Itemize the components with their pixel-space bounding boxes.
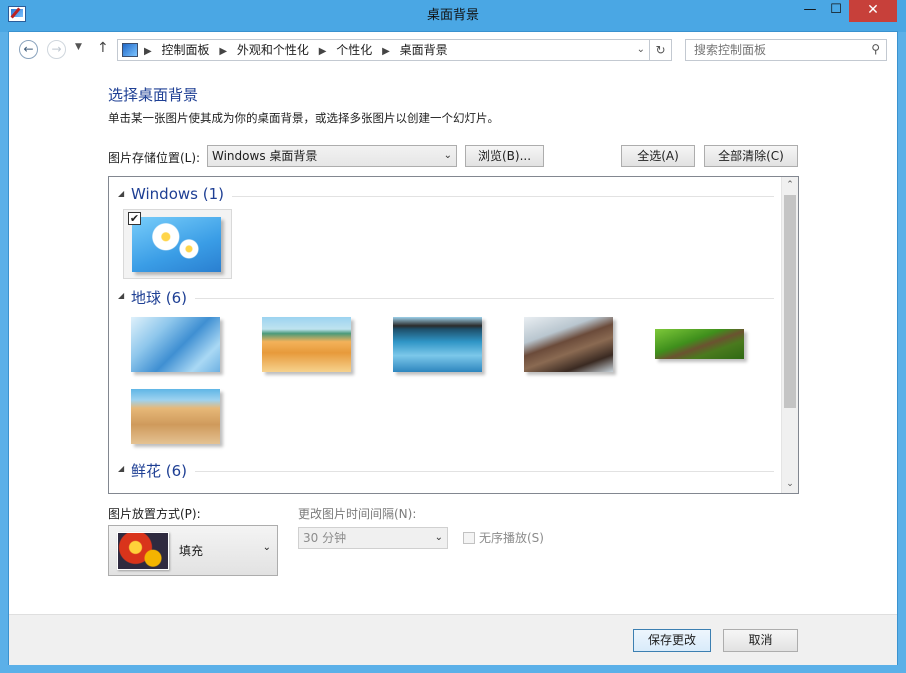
scrollbar-thumb[interactable] xyxy=(784,195,796,408)
dialog-footer: 保存更改 取消 xyxy=(9,614,897,665)
picture-position-select[interactable]: 填充 ⌄ xyxy=(108,525,278,576)
wallpaper-image-sea-rocks[interactable] xyxy=(393,317,482,372)
breadcrumb-item-appearance[interactable]: 外观和个性化 xyxy=(237,43,309,57)
navigation-bar: ← → ▼ ↑ ▶ 控制面板 ▶ 外观和个性化 ▶ 个性化 ▶ 桌面背景 ⌄ ↻… xyxy=(9,32,897,68)
shuffle-checkbox[interactable]: 无序播放(S) xyxy=(463,529,544,546)
refresh-icon[interactable]: ↻ xyxy=(649,40,671,60)
wallpaper-thumbnail-selected[interactable]: ✔ xyxy=(123,209,232,279)
address-bar[interactable]: ▶ 控制面板 ▶ 外观和个性化 ▶ 个性化 ▶ 桌面背景 ⌄ ↻ xyxy=(117,39,672,61)
select-all-button[interactable]: 全选(A) xyxy=(621,145,695,167)
save-changes-button[interactable]: 保存更改 xyxy=(633,629,711,652)
shuffle-label: 无序播放(S) xyxy=(479,531,544,545)
group-header-flowers[interactable]: ◢ 鲜花 (6) xyxy=(109,460,774,481)
search-icon[interactable]: ⚲ xyxy=(871,42,880,56)
back-button[interactable]: ← xyxy=(19,40,38,59)
group-header-windows[interactable]: ◢ Windows (1) xyxy=(109,185,774,205)
recent-locations-dropdown-icon[interactable]: ▼ xyxy=(75,42,82,52)
close-button[interactable]: ✕ xyxy=(849,0,897,22)
selected-checkbox[interactable]: ✔ xyxy=(128,212,141,225)
breadcrumb-item-desktop-background[interactable]: 桌面背景 xyxy=(400,43,448,57)
scroll-down-icon[interactable]: ⌄ xyxy=(782,476,798,493)
forward-button[interactable]: → xyxy=(47,40,66,59)
breadcrumb: ▶ 控制面板 ▶ 外观和个性化 ▶ 个性化 ▶ 桌面背景 xyxy=(144,40,454,62)
collapse-triangle-icon[interactable]: ◢ xyxy=(118,189,124,198)
wallpaper-image-rock-coast[interactable] xyxy=(524,317,613,372)
wallpaper-gallery[interactable]: ◢ Windows (1) ✔ ◢ 地球 (6) ◢ 鲜花 (6) ⌃ ⌄ xyxy=(108,176,799,494)
wallpaper-image-green-field[interactable] xyxy=(655,329,744,359)
wallpaper-image-desert-hills[interactable] xyxy=(262,317,351,372)
clear-all-button[interactable]: 全部清除(C) xyxy=(704,145,798,167)
picture-position-value: 填充 xyxy=(179,544,204,558)
maximize-button[interactable]: ☐ xyxy=(823,0,849,22)
scroll-up-icon[interactable]: ⌃ xyxy=(782,177,798,194)
change-interval-value: 30 分钟 xyxy=(303,531,347,545)
picture-location-select[interactable]: Windows 桌面背景 ⌄ xyxy=(207,145,457,167)
page-title: 选择桌面背景 xyxy=(108,86,199,104)
search-box[interactable]: ⚲ xyxy=(685,39,887,61)
wallpaper-image-sand-dunes[interactable] xyxy=(131,389,220,444)
breadcrumb-item-control-panel[interactable]: 控制面板 xyxy=(162,43,210,57)
breadcrumb-separator-icon[interactable]: ▶ xyxy=(144,46,152,57)
chevron-down-icon: ⌄ xyxy=(443,150,452,161)
checkbox-box[interactable] xyxy=(463,532,475,544)
address-history-chevron-down-icon[interactable]: ⌄ xyxy=(637,40,645,60)
chevron-down-icon: ⌄ xyxy=(262,542,271,553)
group-header-earth[interactable]: ◢ 地球 (6) xyxy=(109,287,774,308)
wallpaper-image-daisies[interactable] xyxy=(132,217,221,272)
title-bar[interactable]: 桌面背景 — ☐ ✕ xyxy=(0,0,906,32)
breadcrumb-separator-icon[interactable]: ▶ xyxy=(219,46,227,57)
breadcrumb-separator-icon[interactable]: ▶ xyxy=(382,46,390,57)
group-name[interactable]: 鲜花 (6) xyxy=(131,460,196,481)
page-description: 单击某一张图片使其成为你的桌面背景，或选择多张图片以创建一个幻灯片。 xyxy=(108,111,499,125)
breadcrumb-item-personalization[interactable]: 个性化 xyxy=(336,43,372,57)
gallery-scrollbar[interactable]: ⌃ ⌄ xyxy=(781,177,798,493)
position-preview-image xyxy=(117,532,169,570)
picture-location-label: 图片存储位置(L): xyxy=(108,151,201,165)
picture-location-value: Windows 桌面背景 xyxy=(212,149,318,163)
window-client-area: ← → ▼ ↑ ▶ 控制面板 ▶ 外观和个性化 ▶ 个性化 ▶ 桌面背景 ⌄ ↻… xyxy=(8,31,898,665)
cancel-button[interactable]: 取消 xyxy=(723,629,798,652)
chevron-down-icon: ⌄ xyxy=(434,532,443,543)
collapse-triangle-icon[interactable]: ◢ xyxy=(118,291,124,300)
group-name[interactable]: 地球 (6) xyxy=(131,287,196,308)
change-interval-select[interactable]: 30 分钟 ⌄ xyxy=(298,527,448,549)
search-input[interactable] xyxy=(686,40,856,60)
group-name[interactable]: Windows (1) xyxy=(131,185,232,203)
window-title: 桌面背景 xyxy=(426,8,479,23)
collapse-triangle-icon[interactable]: ◢ xyxy=(118,464,124,473)
up-level-button[interactable]: ↑ xyxy=(97,40,109,56)
minimize-button[interactable]: — xyxy=(797,0,823,22)
wallpaper-image-ice[interactable] xyxy=(131,317,220,372)
picture-position-label: 图片放置方式(P): xyxy=(108,507,201,521)
control-panel-icon xyxy=(122,43,138,57)
change-interval-label: 更改图片时间间隔(N): xyxy=(298,507,417,521)
breadcrumb-separator-icon[interactable]: ▶ xyxy=(319,46,327,57)
browse-button[interactable]: 浏览(B)... xyxy=(465,145,544,167)
